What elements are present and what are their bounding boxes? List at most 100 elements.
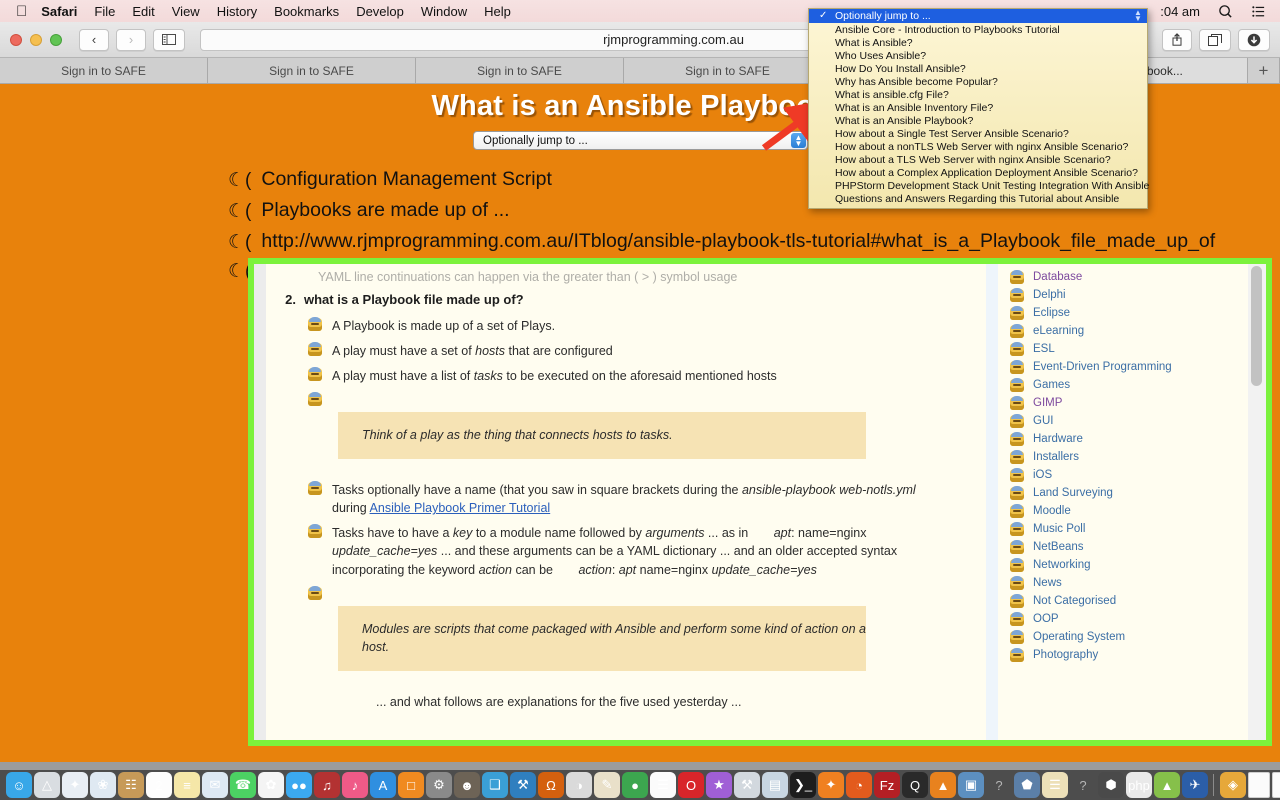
avast-icon[interactable]: ✦ xyxy=(818,772,844,798)
dropdown-item-4[interactable]: Why has Ansible become Popular? xyxy=(809,75,1147,88)
finder-icon[interactable]: ☺ xyxy=(6,772,32,798)
dropdown-item-13[interactable]: Questions and Answers Regarding this Tut… xyxy=(809,192,1147,205)
category-item-1[interactable]: Delphi xyxy=(998,286,1248,304)
jump-to-select[interactable]: Optionally jump to ... ▲ ▼ xyxy=(473,131,808,150)
document-icon[interactable] xyxy=(1272,772,1280,798)
category-item-15[interactable]: NetBeans xyxy=(998,538,1248,556)
ibooks-icon[interactable]: □ xyxy=(398,772,424,798)
facetime-icon[interactable]: ☎ xyxy=(230,772,256,798)
scrollbar-thumb[interactable] xyxy=(1251,266,1262,386)
notes-icon[interactable]: ≡ xyxy=(174,772,200,798)
imovie-icon[interactable]: ★ xyxy=(706,772,732,798)
gimp-icon[interactable]: ☻ xyxy=(454,772,480,798)
mail-icon[interactable]: ✉ xyxy=(202,772,228,798)
category-item-20[interactable]: Operating System xyxy=(998,628,1248,646)
dropdown-item-10[interactable]: How about a TLS Web Server with nginx An… xyxy=(809,153,1147,166)
twitter-icon[interactable]: ✈ xyxy=(1182,772,1208,798)
chrome-icon[interactable]: ● xyxy=(622,772,648,798)
calendar-icon[interactable]: 2 xyxy=(146,772,172,798)
category-item-9[interactable]: Hardware xyxy=(998,430,1248,448)
terminal-icon[interactable]: ❯_ xyxy=(790,772,816,798)
category-item-11[interactable]: iOS xyxy=(998,466,1248,484)
category-item-8[interactable]: GUI xyxy=(998,412,1248,430)
safari-icon[interactable]: ✦ xyxy=(62,772,88,798)
tab-4[interactable]: Sign in to SAFE xyxy=(624,58,832,83)
opera-icon[interactable]: O xyxy=(678,772,704,798)
close-window-button[interactable] xyxy=(10,33,22,46)
paint-icon[interactable]: ✎ xyxy=(594,772,620,798)
dropdown-item-11[interactable]: How about a Complex Application Deployme… xyxy=(809,166,1147,179)
minimize-window-button[interactable] xyxy=(30,33,42,46)
app-store-icon[interactable]: A xyxy=(370,772,396,798)
menu-item-window[interactable]: Window xyxy=(421,4,467,19)
contacts-icon[interactable]: ☷ xyxy=(118,772,144,798)
category-item-7[interactable]: GIMP xyxy=(998,394,1248,412)
trash-app-icon[interactable]: ❑ xyxy=(482,772,508,798)
control-center-icon[interactable] xyxy=(1251,4,1266,19)
photos-icon[interactable]: ✿ xyxy=(258,772,284,798)
tab-2[interactable]: Sign in to SAFE xyxy=(208,58,416,83)
menu-item-file[interactable]: File xyxy=(94,4,115,19)
menu-item-develop[interactable]: Develop xyxy=(356,4,404,19)
wolfram-icon[interactable]: Ω xyxy=(538,772,564,798)
itunes-icon[interactable]: ♪ xyxy=(342,772,368,798)
unknown-app-1-icon[interactable]: ? xyxy=(986,772,1012,798)
ghost-icon[interactable]: ◑ xyxy=(566,772,592,798)
textedit-icon[interactable]: ☰ xyxy=(650,772,676,798)
category-item-2[interactable]: Eclipse xyxy=(998,304,1248,322)
category-item-19[interactable]: OOP xyxy=(998,610,1248,628)
dropdown-item-7[interactable]: What is an Ansible Playbook? xyxy=(809,114,1147,127)
new-tab-button[interactable]: + xyxy=(1248,58,1280,83)
dropdown-item-12[interactable]: PHPStorm Development Stack Unit Testing … xyxy=(809,179,1149,192)
jump-to-dropdown-menu[interactable]: ✓ Optionally jump to ... ▲ ▼ Ansible Core… xyxy=(808,8,1149,209)
dropdown-item-3[interactable]: How Do You Install Ansible? xyxy=(809,62,1147,75)
menu-item-view[interactable]: View xyxy=(172,4,200,19)
tab-1[interactable]: Sign in to SAFE xyxy=(0,58,208,83)
dropdown-item-9[interactable]: How about a nonTLS Web Server with nginx… xyxy=(809,140,1147,153)
menu-item-history[interactable]: History xyxy=(217,4,257,19)
preview-icon[interactable]: ❀ xyxy=(90,772,116,798)
dropdown-item-5[interactable]: What is ansible.cfg File? xyxy=(809,88,1147,101)
category-item-4[interactable]: ESL xyxy=(998,340,1248,358)
launchpad-icon[interactable]: △ xyxy=(34,772,60,798)
category-item-3[interactable]: eLearning xyxy=(998,322,1248,340)
category-item-16[interactable]: Networking xyxy=(998,556,1248,574)
messages-icon[interactable]: ●● xyxy=(286,772,312,798)
category-item-21[interactable]: Photography xyxy=(998,646,1248,664)
tools-icon[interactable]: ⚒ xyxy=(510,772,536,798)
menu-item-safari[interactable]: Safari xyxy=(41,4,77,19)
virtualbox2-icon[interactable]: ⬢ xyxy=(1098,772,1124,798)
filezilla-icon[interactable]: Fz xyxy=(874,772,900,798)
apple-icon[interactable]:  xyxy=(16,4,27,19)
menu-item-edit[interactable]: Edit xyxy=(132,4,154,19)
dropdown-item-1[interactable]: What is Ansible? xyxy=(809,36,1147,49)
category-item-13[interactable]: Moodle xyxy=(998,502,1248,520)
garageband-icon[interactable]: ♫ xyxy=(314,772,340,798)
quicktime-icon[interactable]: Q xyxy=(902,772,928,798)
dropdown-item-2[interactable]: Who Uses Ansible? xyxy=(809,49,1147,62)
dropdown-item-0[interactable]: Ansible Core - Introduction to Playbooks… xyxy=(809,23,1147,36)
search-icon[interactable] xyxy=(1218,4,1233,19)
downloads-icon[interactable] xyxy=(1238,28,1270,51)
php-storm-icon[interactable]: php xyxy=(1126,772,1152,798)
notes2-icon[interactable]: ☰ xyxy=(1042,772,1068,798)
tab-overview-icon[interactable] xyxy=(1199,28,1231,51)
downloads-stack-icon[interactable]: ◈ xyxy=(1220,772,1246,798)
system-prefs-icon[interactable]: ⚙ xyxy=(426,772,452,798)
category-item-10[interactable]: Installers xyxy=(998,448,1248,466)
maximize-window-button[interactable] xyxy=(50,33,62,46)
unknown-app-2-icon[interactable]: ? xyxy=(1070,772,1096,798)
ansible-playbook-primer-link[interactable]: Ansible Playbook Primer Tutorial xyxy=(370,501,551,515)
scanner-icon[interactable]: ▤ xyxy=(762,772,788,798)
sidebar-icon[interactable] xyxy=(153,28,185,51)
category-item-0[interactable]: Database xyxy=(998,268,1248,286)
category-item-12[interactable]: Land Surveying xyxy=(998,484,1248,502)
vlc-icon[interactable]: ▲ xyxy=(930,772,956,798)
remote-desktop-icon[interactable]: ▣ xyxy=(958,772,984,798)
category-item-18[interactable]: Not Categorised xyxy=(998,592,1248,610)
firefox-icon[interactable]: ◔ xyxy=(846,772,872,798)
category-item-17[interactable]: News xyxy=(998,574,1248,592)
xcode-icon[interactable]: ⚒ xyxy=(734,772,760,798)
back-button[interactable]: ‹ xyxy=(79,28,109,51)
document-icon[interactable] xyxy=(1248,772,1270,798)
